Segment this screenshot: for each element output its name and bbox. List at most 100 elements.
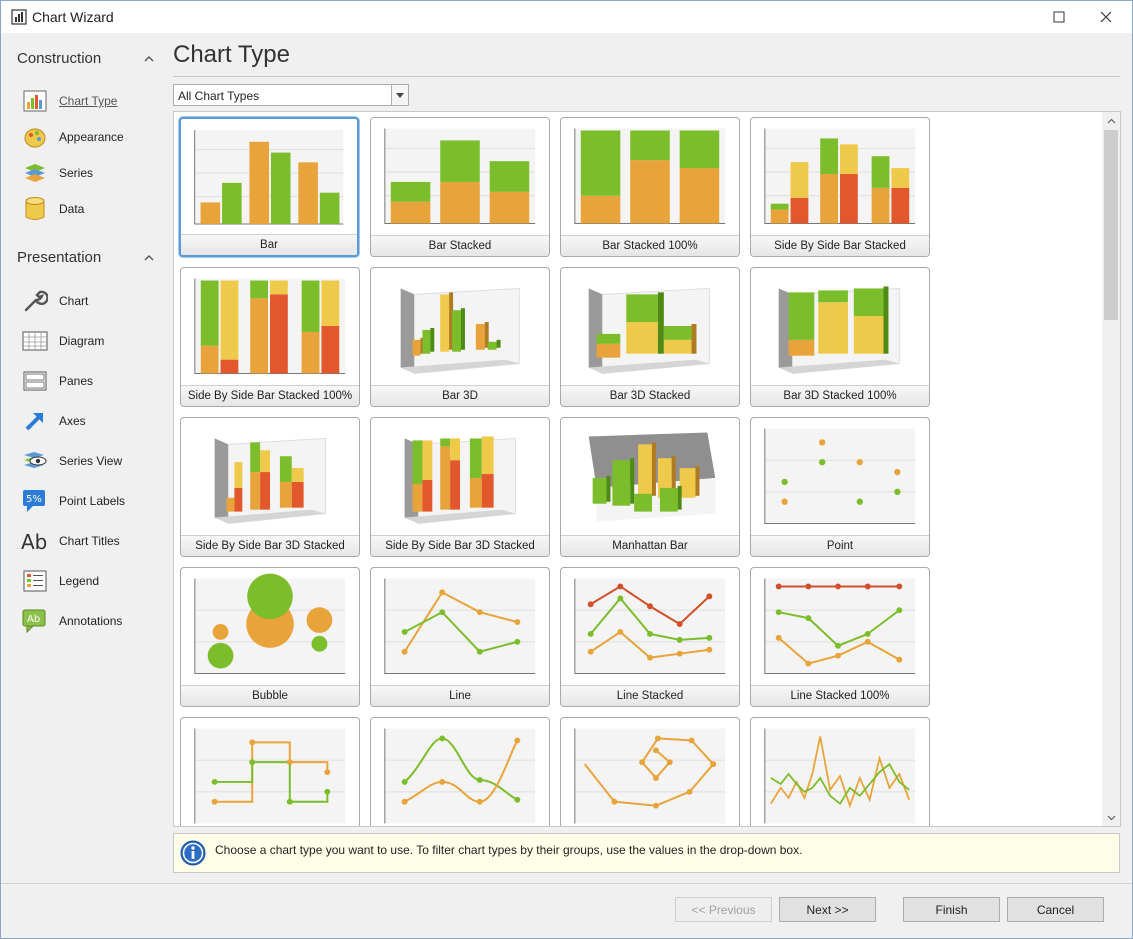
side-by-side-bar-3d-stacked-thumbnail: [214, 437, 326, 525]
point-thumbnail: [764, 428, 916, 524]
chevron-down-icon: [1107, 815, 1115, 820]
sidebar-item-label: Axes: [59, 414, 86, 428]
line-stacked-100-thumbnail: [764, 578, 916, 674]
maximize-button[interactable]: [1036, 1, 1082, 33]
tile-bar-stacked[interactable]: Bar Stacked: [370, 117, 550, 257]
tile-manhattan-bar[interactable]: Manhattan Bar: [560, 417, 740, 557]
tile-point[interactable]: Point: [750, 417, 930, 557]
tile-caption: Bar Stacked 100%: [561, 235, 739, 256]
wrench-icon: [21, 287, 49, 315]
bar-thumbnail: [194, 130, 344, 225]
tile-bar[interactable]: Bar: [179, 117, 359, 257]
spline-thumbnail: [384, 728, 536, 824]
sidebar-item-series[interactable]: Series: [21, 158, 169, 188]
tile-swift-plot[interactable]: [750, 717, 930, 826]
tile-scatter-line[interactable]: [560, 717, 740, 826]
sidebar-item-label: Diagram: [59, 334, 105, 348]
tile-caption: Line: [371, 685, 549, 706]
sidebar-item-label: Chart Titles: [59, 534, 120, 548]
sidebar-item-chart-type[interactable]: Chart Type: [21, 86, 169, 116]
group-header-construction[interactable]: Construction: [17, 50, 159, 74]
gallery-scrollbar[interactable]: [1102, 112, 1120, 826]
chart-wizard-app-icon: [11, 9, 27, 28]
tile-line[interactable]: Line: [370, 567, 550, 707]
bubble-thumbnail: [194, 573, 346, 674]
sidebar-item-point-labels[interactable]: 5% Point Labels: [21, 486, 169, 516]
sidebar-item-label: Appearance: [59, 130, 124, 144]
tile-side-by-side-bar-3d-stacked[interactable]: Side By Side Bar 3D Stacked: [180, 417, 360, 557]
chart-wizard-window: Chart Wizard Construction Chart Type App…: [0, 0, 1133, 939]
group-label-construction: Construction: [17, 50, 102, 67]
tile-bar-3d-stacked-100[interactable]: Bar 3D Stacked 100%: [750, 267, 930, 407]
bar-chart-icon: [21, 87, 49, 115]
chart-titles-icon: Ab: [21, 527, 49, 555]
series-view-icon: [21, 447, 49, 475]
sidebar-item-data[interactable]: Data: [21, 194, 169, 224]
panes-icon: [21, 367, 49, 395]
tile-caption: Bar 3D Stacked 100%: [751, 385, 929, 406]
sidebar-item-legend[interactable]: Legend: [21, 566, 169, 596]
cancel-button[interactable]: Cancel: [1007, 897, 1104, 922]
title-bar: Chart Wizard: [1, 1, 1132, 33]
previous-button[interactable]: << Previous: [675, 897, 772, 922]
tile-step-line[interactable]: [180, 717, 360, 826]
tile-bubble[interactable]: Bubble: [180, 567, 360, 707]
series-icon: [21, 159, 49, 187]
sidebar-item-series-view[interactable]: Series View: [21, 446, 169, 476]
scroll-up-button[interactable]: [1102, 112, 1120, 129]
dropdown-button[interactable]: [391, 85, 408, 105]
database-icon: [21, 195, 49, 223]
chart-type-filter-select[interactable]: All Chart Types: [173, 84, 409, 106]
tile-line-stacked[interactable]: Line Stacked: [560, 567, 740, 707]
sidebar-item-label: Point Labels: [59, 494, 126, 508]
sidebar-item-label: Chart Type: [59, 94, 118, 108]
sidebar-item-axes[interactable]: Axes: [21, 406, 169, 436]
tile-side-by-side-bar-3d-stacked-100[interactable]: Side By Side Bar 3D Stacked 100%: [370, 417, 550, 557]
sidebar-item-label: Chart: [59, 294, 89, 308]
sidebar-item-label: Panes: [59, 374, 94, 388]
chevron-up-icon: [1107, 118, 1115, 123]
scrollbar-thumb[interactable]: [1104, 130, 1118, 320]
sidebar-item-chart-titles[interactable]: Ab Chart Titles: [21, 526, 169, 556]
line-stacked-thumbnail: [574, 578, 726, 674]
sidebar-item-appearance[interactable]: Appearance: [21, 122, 169, 152]
scroll-down-button[interactable]: [1102, 809, 1120, 826]
tile-caption: Bubble: [181, 685, 359, 706]
close-button[interactable]: [1083, 1, 1129, 33]
palette-icon: [21, 123, 49, 151]
sidebar-item-label: Annotations: [59, 614, 123, 628]
sidebar-item-label: Data: [59, 202, 85, 216]
tile-bar-stacked-100[interactable]: Bar Stacked 100%: [560, 117, 740, 257]
tile-line-stacked-100[interactable]: Line Stacked 100%: [750, 567, 930, 707]
bar-3d-thumbnail: [400, 287, 520, 375]
sidebar-item-chart[interactable]: Chart: [21, 286, 169, 316]
bar-stacked-100-thumbnail: [574, 128, 726, 224]
next-button[interactable]: Next >>: [779, 897, 876, 922]
tile-bar-3d-stacked[interactable]: Bar 3D Stacked: [560, 267, 740, 407]
step-line-thumbnail: [194, 728, 346, 824]
tile-bar-3d[interactable]: Bar 3D: [370, 267, 550, 407]
legend-icon: [21, 567, 49, 595]
sidebar-item-label: Series: [59, 166, 94, 180]
tile-side-by-side-bar-stacked-100[interactable]: Side By Side Bar Stacked 100%: [180, 267, 360, 407]
sidebar-item-annotations[interactable]: Ab Annotations: [21, 606, 169, 636]
sidebar-item-label: Legend: [59, 574, 100, 588]
finish-button[interactable]: Finish: [903, 897, 1000, 922]
page-title: Chart Type: [173, 41, 290, 68]
group-header-presentation[interactable]: Presentation: [17, 249, 159, 273]
tile-caption: Side By Side Bar 3D Stacked: [181, 535, 359, 556]
tile-caption: Point: [751, 535, 929, 556]
tile-caption: Bar: [181, 234, 357, 255]
chevron-up-icon: [144, 56, 154, 62]
sidebar-item-diagram[interactable]: Diagram: [21, 326, 169, 356]
sidebar-item-label: Series View: [59, 454, 123, 468]
swift-plot-thumbnail: [764, 728, 916, 824]
group-label-presentation: Presentation: [17, 249, 102, 266]
tile-side-by-side-bar-stacked[interactable]: Side By Side Bar Stacked: [750, 117, 930, 257]
tile-caption: Line Stacked 100%: [751, 685, 929, 706]
svg-text:Ab: Ab: [27, 614, 40, 625]
tile-spline[interactable]: [370, 717, 550, 826]
tile-caption: Side By Side Bar Stacked: [751, 235, 929, 256]
line-thumbnail: [384, 578, 536, 674]
sidebar-item-panes[interactable]: Panes: [21, 366, 169, 396]
